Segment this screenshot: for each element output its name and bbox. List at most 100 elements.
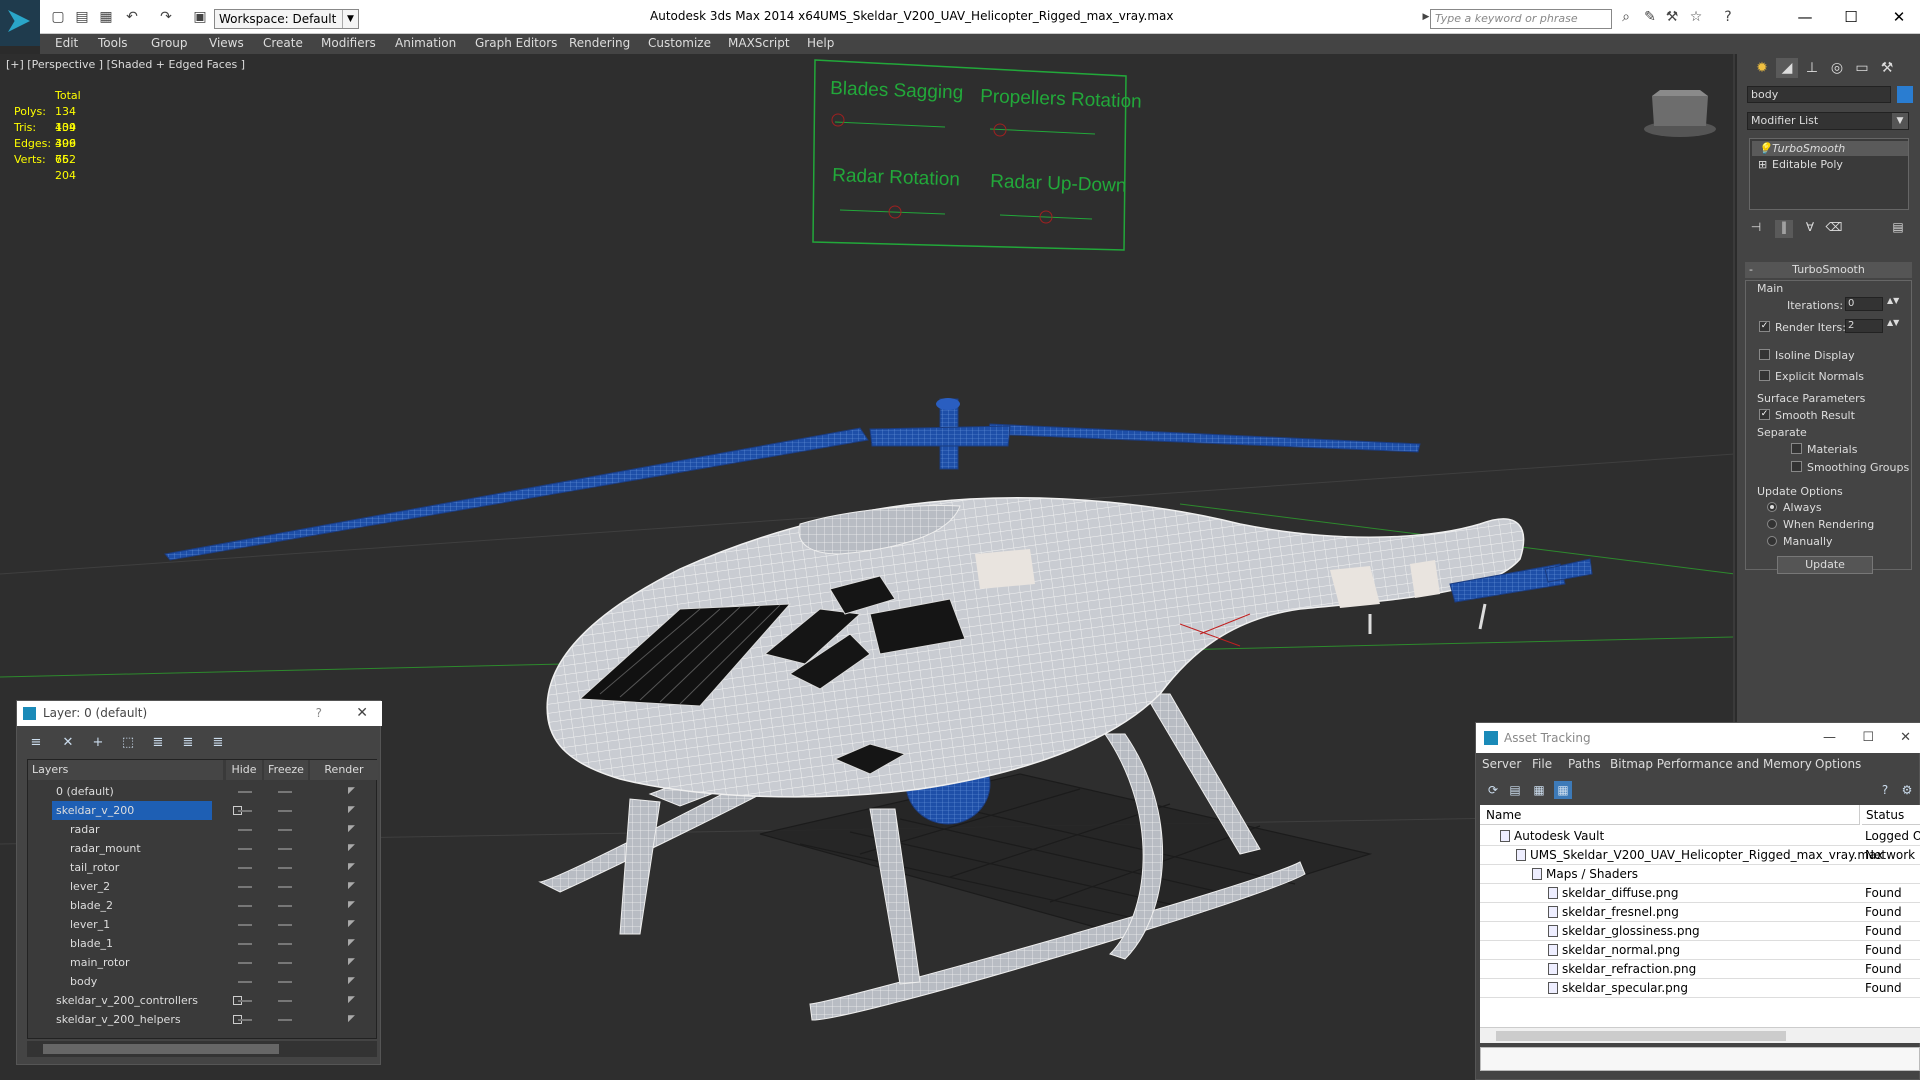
workspace-select[interactable]: Workspace: Default ▼ xyxy=(214,9,359,29)
freeze-toggle[interactable] xyxy=(278,1019,292,1021)
always-radio[interactable] xyxy=(1767,502,1777,512)
open-file-icon[interactable]: ▤ xyxy=(74,9,90,25)
help-icon[interactable]: ? xyxy=(1720,9,1736,25)
menu-customize[interactable]: Customize xyxy=(648,36,711,50)
layer-row[interactable]: skeldar_v_200_controllers ◤ xyxy=(28,991,378,1010)
asset-menu-paths[interactable]: Paths xyxy=(1568,753,1601,775)
render-teapot-icon[interactable]: ◤ xyxy=(348,939,358,948)
asset-scrollbar[interactable] xyxy=(1480,1027,1920,1043)
maximize-icon[interactable]: ☐ xyxy=(1862,723,1874,753)
blades-slider-knob[interactable] xyxy=(831,113,845,127)
isoline-display-checkbox[interactable] xyxy=(1759,349,1770,360)
hierarchy-tab-icon[interactable]: ⊥ xyxy=(1801,58,1823,78)
hide-toggle[interactable] xyxy=(238,829,252,831)
hide-toggle[interactable] xyxy=(238,905,252,907)
asset-row[interactable]: skeldar_specular.png Found xyxy=(1480,979,1920,998)
asset-row[interactable]: UMS_Skeldar_V200_UAV_Helicopter_Rigged_m… xyxy=(1480,846,1920,865)
pin-stack-icon[interactable]: ⊣ xyxy=(1747,220,1765,238)
layer-row[interactable]: lever_2 ◤ xyxy=(28,877,378,896)
modify-tab-icon[interactable]: ◢ xyxy=(1776,58,1798,78)
minimize-icon[interactable]: — xyxy=(1790,5,1820,29)
hide-toggle[interactable] xyxy=(238,810,252,812)
minimize-icon[interactable]: — xyxy=(1823,723,1836,753)
render-iters-checkbox[interactable]: ✓ xyxy=(1759,321,1770,332)
binoculars-icon[interactable]: ⌕ xyxy=(1618,9,1634,25)
render-iters-spinner[interactable]: 2 xyxy=(1845,319,1883,333)
freeze-toggle[interactable] xyxy=(278,924,292,926)
render-teapot-icon[interactable]: ◤ xyxy=(348,901,358,910)
smoothing-groups-checkbox[interactable] xyxy=(1791,461,1802,472)
hide-toggle[interactable] xyxy=(238,1000,252,1002)
subscription-icon[interactable]: ✎ xyxy=(1642,9,1658,25)
vault-help-icon[interactable]: ? xyxy=(1876,781,1894,799)
vault-settings-icon[interactable]: ⚙ xyxy=(1898,781,1916,799)
layer-row[interactable]: blade_2 ◤ xyxy=(28,896,378,915)
configure-sets-icon[interactable]: ▤ xyxy=(1889,220,1907,238)
asset-menu-bitmap[interactable]: Bitmap Performance and Memory xyxy=(1610,753,1812,775)
search-input[interactable]: Type a keyword or phrase xyxy=(1430,9,1612,29)
freeze-toggle[interactable] xyxy=(278,810,292,812)
menu-rendering[interactable]: Rendering xyxy=(569,36,630,50)
freeze-toggle[interactable] xyxy=(278,1000,292,1002)
lightbulb-icon[interactable]: 💡 xyxy=(1758,141,1772,156)
asset-menu-file[interactable]: File xyxy=(1532,753,1552,775)
scrollbar-thumb[interactable] xyxy=(1496,1031,1786,1041)
layer-row[interactable]: radar_mount ◤ xyxy=(28,839,378,858)
hide-toggle[interactable] xyxy=(238,924,252,926)
layer-row[interactable]: blade_1 ◤ xyxy=(28,934,378,953)
table-view-icon[interactable]: ▦ xyxy=(1554,781,1572,799)
modifier-list-dropdown[interactable]: Modifier List ▼ xyxy=(1747,112,1909,130)
freeze-toggle[interactable] xyxy=(278,943,292,945)
col-name[interactable]: Name xyxy=(1480,805,1860,825)
communication-icon[interactable]: ⚒ xyxy=(1664,9,1680,25)
expand-plus-icon[interactable]: ⊞ xyxy=(1758,157,1767,172)
layer-row[interactable]: radar ◤ xyxy=(28,820,378,839)
asset-row[interactable]: skeldar_normal.png Found xyxy=(1480,941,1920,960)
favorites-star-icon[interactable]: ☆ xyxy=(1688,9,1704,25)
explicit-normals-checkbox[interactable] xyxy=(1759,370,1770,381)
layer-row[interactable]: skeldar_v_200_helpers ◤ xyxy=(28,1010,378,1029)
layer-dialog-titlebar[interactable]: Layer: 0 (default) ? ✕ xyxy=(17,701,382,726)
freeze-toggle[interactable] xyxy=(278,962,292,964)
stack-item-turbosmooth[interactable]: 💡 TurboSmooth xyxy=(1752,141,1908,156)
menu-create[interactable]: Create xyxy=(263,36,303,50)
col-status[interactable]: Status xyxy=(1862,805,1920,825)
menu-graph-editors[interactable]: Graph Editors xyxy=(475,36,557,50)
hide-toggle[interactable] xyxy=(238,867,252,869)
layer-row[interactable]: 0 (default) ◤ xyxy=(28,782,378,801)
menu-edit[interactable]: Edit xyxy=(55,36,78,50)
render-teapot-icon[interactable]: ◤ xyxy=(348,958,358,967)
layer-scrollbar[interactable] xyxy=(27,1041,377,1057)
render-teapot-icon[interactable]: ◤ xyxy=(348,806,358,815)
freeze-toggle[interactable] xyxy=(278,886,292,888)
asset-row[interactable]: Autodesk Vault Logged Ou xyxy=(1480,827,1920,846)
asset-row[interactable]: skeldar_glossiness.png Found xyxy=(1480,922,1920,941)
hide-toggle[interactable] xyxy=(238,791,252,793)
menu-animation[interactable]: Animation xyxy=(395,36,456,50)
rig-controls-panel[interactable]: Blades Sagging Propellers Rotation Radar… xyxy=(812,59,1142,251)
asset-row[interactable]: skeldar_refraction.png Found xyxy=(1480,960,1920,979)
stack-item-editable-poly[interactable]: ⊞ Editable Poly xyxy=(1752,157,1908,172)
freeze-toggle[interactable] xyxy=(278,791,292,793)
viewcube[interactable] xyxy=(1644,90,1716,137)
col-layers[interactable]: Layers xyxy=(28,760,223,780)
hide-toggle[interactable] xyxy=(238,886,252,888)
asset-dialog-titlebar[interactable]: Asset Tracking — ☐ ✕ xyxy=(1476,723,1920,753)
remove-modifier-icon[interactable]: ⌫ xyxy=(1825,220,1843,238)
layer-row[interactable]: skeldar_v_200 ◤ xyxy=(28,801,378,820)
render-teapot-icon[interactable]: ◤ xyxy=(348,1015,358,1024)
viewport-label[interactable]: [+] [Perspective ] [Shaded + Edged Faces… xyxy=(6,58,245,71)
refresh-icon[interactable]: ⟳ xyxy=(1484,781,1502,799)
display-tab-icon[interactable]: ▭ xyxy=(1851,58,1873,78)
delete-layer-icon[interactable]: ✕ xyxy=(59,734,77,752)
create-tab-icon[interactable]: ✹ xyxy=(1751,58,1773,78)
col-render[interactable]: Render xyxy=(310,760,378,780)
render-teapot-icon[interactable]: ◤ xyxy=(348,996,358,1005)
menu-modifiers[interactable]: Modifiers xyxy=(321,36,376,50)
freeze-toggle[interactable] xyxy=(278,981,292,983)
freeze-toggle[interactable] xyxy=(278,867,292,869)
col-hide[interactable]: Hide xyxy=(226,760,262,780)
maximize-icon[interactable]: ☐ xyxy=(1836,5,1866,29)
update-button[interactable]: Update xyxy=(1777,556,1873,574)
freeze-all-layers-icon[interactable]: ≣ xyxy=(209,734,227,752)
